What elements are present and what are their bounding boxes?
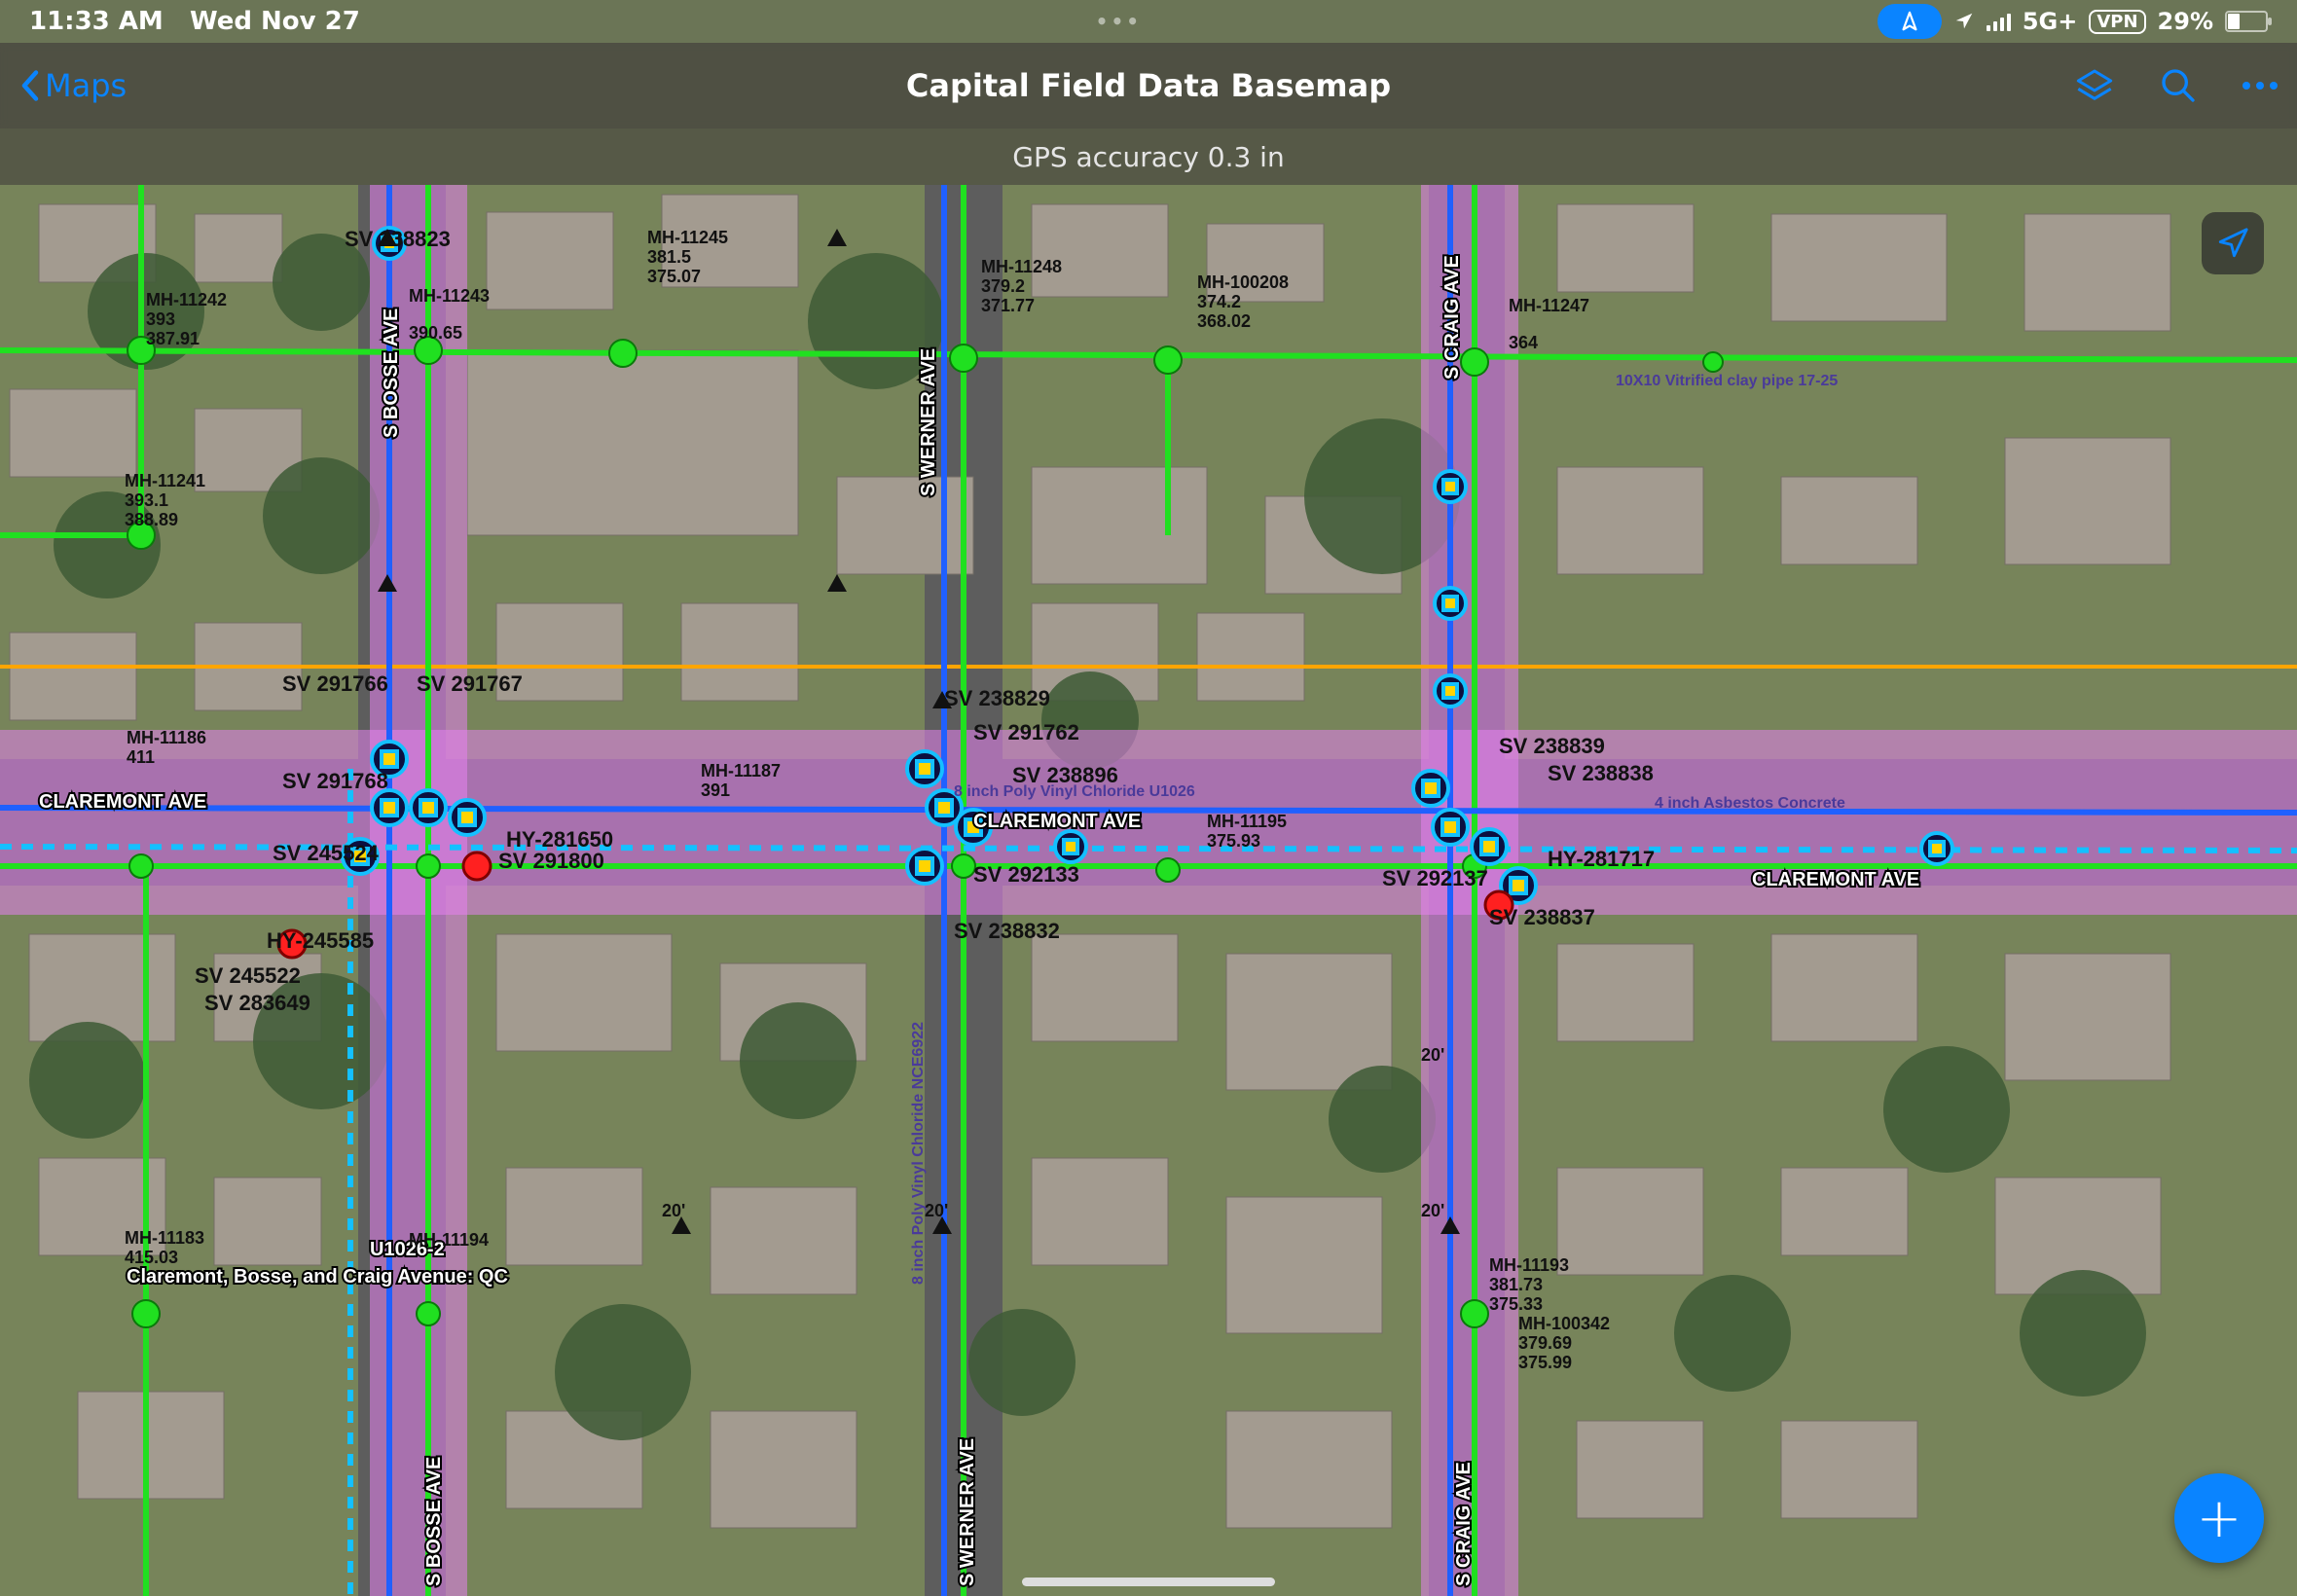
svg-text:S WERNER AVE: S WERNER AVE <box>957 1438 978 1586</box>
layers-icon[interactable] <box>2075 66 2114 105</box>
more-icon[interactable] <box>2242 82 2278 90</box>
svg-text:379.2: 379.2 <box>981 276 1025 296</box>
svg-text:368.02: 368.02 <box>1197 311 1251 331</box>
svg-text:375.33: 375.33 <box>1489 1294 1543 1314</box>
svg-text:S BOSSE AVE: S BOSSE AVE <box>423 1457 445 1586</box>
svg-text:SV 291800: SV 291800 <box>498 849 604 873</box>
svg-text:MH-11193: MH-11193 <box>1489 1255 1569 1275</box>
svg-text:MH-100208: MH-100208 <box>1197 272 1289 292</box>
svg-text:388.89: 388.89 <box>125 510 178 529</box>
svg-text:MH-11194: MH-11194 <box>409 1230 489 1250</box>
svg-text:SV 238829: SV 238829 <box>944 686 1050 710</box>
svg-text:MH-11186: MH-11186 <box>127 728 206 747</box>
battery-pct: 29% <box>2158 8 2213 35</box>
svg-text:SV 238839: SV 238839 <box>1499 734 1605 758</box>
status-date: Wed Nov 27 <box>190 7 360 36</box>
svg-text:374.2: 374.2 <box>1197 292 1241 311</box>
svg-text:MH-11245: MH-11245 <box>647 228 728 247</box>
home-indicator[interactable] <box>1022 1578 1275 1586</box>
vpn-label: VPN <box>2089 10 2145 34</box>
location-icon <box>1953 11 1975 32</box>
svg-text:391: 391 <box>701 780 730 800</box>
map-canvas[interactable]: CLAREMONT AVE CLAREMONT AVE CLAREMONT AV… <box>0 185 2297 1596</box>
signal-icon <box>1987 12 2011 31</box>
status-bar: 11:33 AM Wed Nov 27 ••• 5G+ VPN 29% <box>0 0 2297 43</box>
network-label: 5G+ <box>2023 8 2078 35</box>
svg-text:4 inch Asbestos Concrete: 4 inch Asbestos Concrete <box>1655 795 1845 812</box>
locate-button[interactable] <box>2202 212 2264 274</box>
back-label: Maps <box>45 67 127 104</box>
svg-text:20': 20' <box>925 1201 948 1220</box>
app-indicator[interactable] <box>1878 4 1942 39</box>
svg-text:MH-100342: MH-100342 <box>1518 1314 1610 1333</box>
svg-text:HY-281717: HY-281717 <box>1548 847 1655 871</box>
svg-text:411: 411 <box>127 747 155 767</box>
status-time: 11:33 AM <box>29 7 164 36</box>
svg-text:SV 291766: SV 291766 <box>282 671 388 696</box>
svg-text:20': 20' <box>662 1201 685 1220</box>
svg-text:S CRAIG AVE: S CRAIG AVE <box>1441 255 1463 380</box>
svg-text:375.07: 375.07 <box>647 267 701 286</box>
svg-text:SV 292137: SV 292137 <box>1382 866 1488 890</box>
svg-text:MH-11183: MH-11183 <box>125 1228 204 1248</box>
svg-text:393: 393 <box>146 309 175 329</box>
svg-text:MH-11195: MH-11195 <box>1207 812 1287 831</box>
svg-text:CLAREMONT AVE: CLAREMONT AVE <box>1752 869 1919 890</box>
svg-text:S CRAIG AVE: S CRAIG AVE <box>1453 1462 1475 1586</box>
svg-text:MH-11187: MH-11187 <box>701 761 781 780</box>
svg-text:SV 238832: SV 238832 <box>954 919 1060 943</box>
nav-bar: Maps Capital Field Data Basemap <box>0 43 2297 128</box>
svg-text:381.5: 381.5 <box>647 247 691 267</box>
svg-text:20': 20' <box>1421 1201 1444 1220</box>
multitask-dots[interactable]: ••• <box>360 10 1878 33</box>
svg-text:387.91: 387.91 <box>146 329 200 348</box>
svg-text:375.99: 375.99 <box>1518 1353 1572 1372</box>
svg-text:S BOSSE AVE: S BOSSE AVE <box>381 308 402 438</box>
search-icon[interactable] <box>2159 66 2198 105</box>
svg-text:CLAREMONT AVE: CLAREMONT AVE <box>39 791 206 813</box>
svg-text:HY-281650: HY-281650 <box>506 827 613 852</box>
svg-text:SV 245524: SV 245524 <box>273 841 380 865</box>
svg-text:8 inch Poly Vinyl Chloride NCE: 8 inch Poly Vinyl Chloride NCE6922 <box>910 1022 927 1285</box>
svg-text:HY-245585: HY-245585 <box>267 928 374 953</box>
gps-status: GPS accuracy 0.3 in <box>0 128 2297 185</box>
svg-text:371.77: 371.77 <box>981 296 1035 315</box>
svg-text:SV 291762: SV 291762 <box>973 720 1079 744</box>
svg-text:MH-11247: MH-11247 <box>1509 296 1589 315</box>
svg-text:415.03: 415.03 <box>125 1248 178 1267</box>
svg-text:SV 283649: SV 283649 <box>204 991 310 1015</box>
svg-text:390.65: 390.65 <box>409 323 462 343</box>
svg-text:MH-11242: MH-11242 <box>146 290 227 309</box>
svg-text:SV 238896: SV 238896 <box>1012 763 1118 787</box>
svg-text:379.69: 379.69 <box>1518 1333 1572 1353</box>
svg-text:MH-11248: MH-11248 <box>981 257 1062 276</box>
svg-text:381.73: 381.73 <box>1489 1275 1543 1294</box>
svg-text:20': 20' <box>1421 1045 1444 1065</box>
svg-text:MH-11243: MH-11243 <box>409 286 490 306</box>
svg-text:Claremont, Bosse, and Craig Av: Claremont, Bosse, and Craig Avenue: QC <box>127 1266 508 1288</box>
page-title: Capital Field Data Basemap <box>0 67 2297 104</box>
svg-text:SV 238838: SV 238838 <box>1548 761 1654 785</box>
svg-text:MH-11241: MH-11241 <box>125 471 205 490</box>
svg-text:CLAREMONT AVE: CLAREMONT AVE <box>973 811 1141 832</box>
svg-text:364: 364 <box>1509 333 1538 352</box>
svg-text:375.93: 375.93 <box>1207 831 1260 851</box>
svg-text:SV 238837: SV 238837 <box>1489 905 1595 929</box>
svg-text:10X10 Vitrified clay pipe 17-2: 10X10 Vitrified clay pipe 17-25 <box>1616 373 1838 389</box>
battery-icon <box>2225 11 2268 32</box>
svg-text:S WERNER AVE: S WERNER AVE <box>918 348 939 496</box>
svg-text:SV 291767: SV 291767 <box>417 671 523 696</box>
add-feature-button[interactable]: + <box>2174 1473 2264 1563</box>
back-button[interactable]: Maps <box>19 67 127 104</box>
svg-text:SV 238823: SV 238823 <box>345 227 451 251</box>
svg-text:393.1: 393.1 <box>125 490 168 510</box>
svg-text:SV 291768: SV 291768 <box>282 769 388 793</box>
svg-text:SV 292133: SV 292133 <box>973 862 1079 887</box>
svg-text:SV 245522: SV 245522 <box>195 963 301 988</box>
